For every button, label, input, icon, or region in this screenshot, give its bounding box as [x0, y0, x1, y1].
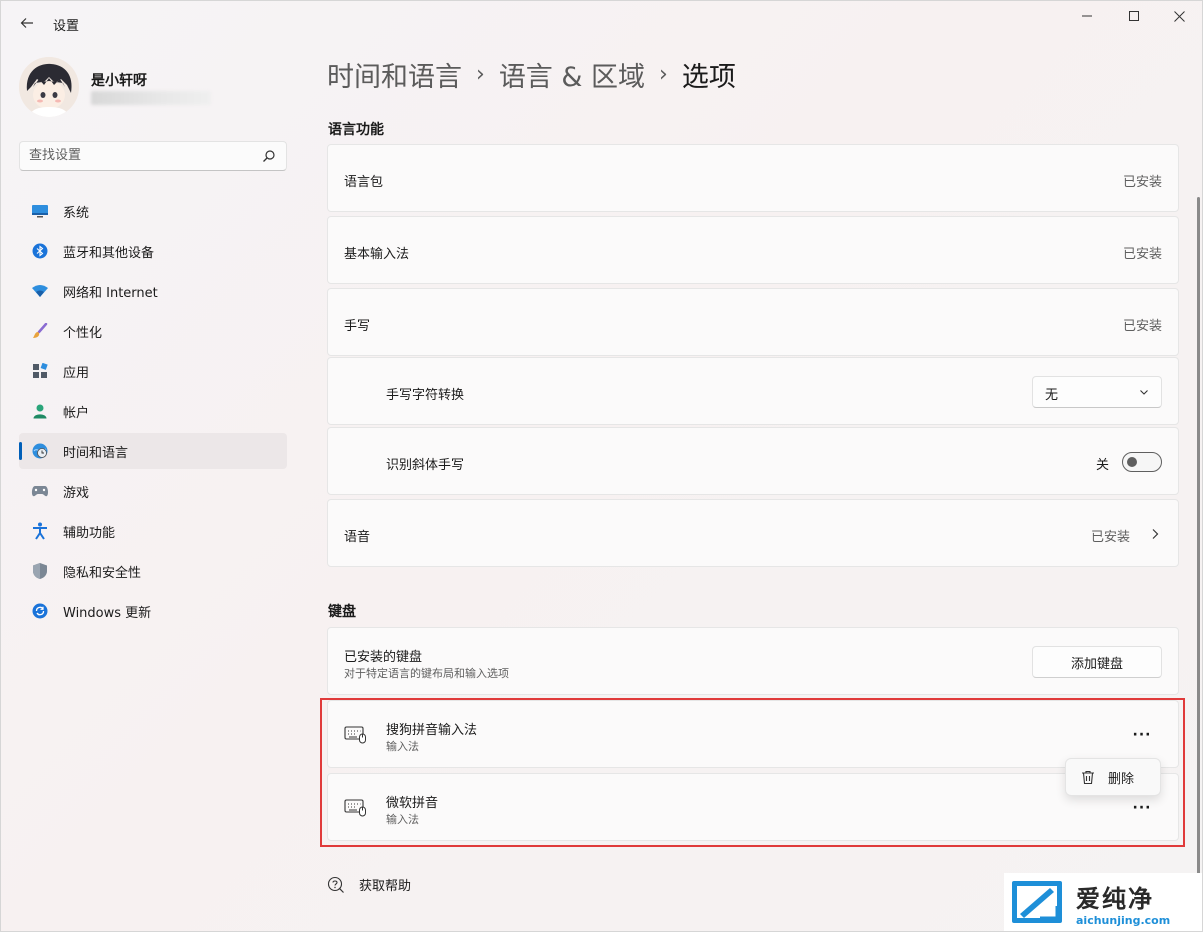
- user-name: 是小轩呀: [91, 73, 147, 89]
- avatar[interactable]: [19, 57, 79, 117]
- sidebar-item-time-language[interactable]: 时间和语言: [19, 433, 287, 469]
- sidebar-item-gaming[interactable]: 游戏: [19, 473, 287, 509]
- breadcrumb-item-time-language[interactable]: 时间和语言: [327, 55, 462, 94]
- minimize-button[interactable]: [1064, 1, 1110, 31]
- toggle-state-label: 关: [1096, 458, 1110, 473]
- bluetooth-icon: [31, 242, 49, 260]
- update-icon: [31, 602, 49, 620]
- language-pack-label: 语言包: [344, 175, 384, 190]
- installed-keyboards-label: 已安装的键盘: [344, 650, 423, 665]
- highlight-annotation: [320, 698, 1185, 847]
- speech-card[interactable]: 语音 已安装: [327, 499, 1179, 567]
- watermark-url: aichunjing.com: [1076, 914, 1171, 927]
- handwriting-status: 已安装: [1122, 319, 1162, 334]
- settings-window: 设置 是小轩呀 查找设置 系统 蓝牙和其他设备 网络和 Internet 个性化…: [0, 0, 1203, 932]
- breadcrumb-item-language-region[interactable]: 语言 & 区域: [499, 55, 645, 94]
- section-title-language-features: 语言功能: [328, 122, 384, 138]
- handwriting-conversion-dropdown[interactable]: 无: [1032, 376, 1162, 408]
- add-keyboard-button[interactable]: 添加键盘: [1032, 646, 1162, 678]
- apps-icon: [31, 362, 49, 380]
- sidebar-item-label: 系统: [63, 205, 90, 221]
- sidebar-item-system[interactable]: 系统: [19, 193, 287, 229]
- sidebar-item-windows-update[interactable]: Windows 更新: [19, 593, 287, 629]
- italic-handwriting-card: 识别斜体手写 关: [327, 427, 1179, 495]
- sidebar-item-network[interactable]: 网络和 Internet: [19, 273, 287, 309]
- sidebar-item-label: 个性化: [63, 325, 103, 341]
- watermark-logo-icon: [1012, 881, 1062, 923]
- sidebar-item-label: 帐户: [63, 405, 90, 421]
- wifi-icon: [31, 282, 49, 300]
- sidebar-item-privacy[interactable]: 隐私和安全性: [19, 553, 287, 589]
- minimize-icon: [1082, 15, 1092, 17]
- maximize-button[interactable]: [1111, 1, 1157, 31]
- back-button[interactable]: [15, 11, 39, 35]
- installed-keyboards-description: 对于特定语言的键布局和输入选项: [344, 667, 509, 680]
- monitor-icon: [31, 202, 49, 220]
- italic-handwriting-toggle[interactable]: [1122, 452, 1162, 472]
- chevron-right-icon: ›: [659, 62, 668, 87]
- close-icon: [1173, 10, 1185, 22]
- page-title: 选项: [681, 62, 736, 93]
- sidebar-item-label: 游戏: [63, 485, 90, 501]
- dropdown-value: 无: [1045, 388, 1059, 403]
- sidebar-item-label: 时间和语言: [63, 445, 129, 461]
- shield-icon: [31, 562, 49, 580]
- language-pack-card: 语言包 已安装: [327, 144, 1179, 212]
- app-title: 设置: [53, 19, 80, 34]
- sidebar-item-label: 隐私和安全性: [63, 565, 142, 581]
- section-title-keyboards: 键盘: [328, 604, 356, 620]
- language-pack-status: 已安装: [1122, 175, 1162, 190]
- user-email-redacted: [91, 91, 211, 105]
- title-bar: 设置: [1, 1, 1202, 45]
- sidebar-item-apps[interactable]: 应用: [19, 353, 287, 389]
- get-help-label: 获取帮助: [359, 879, 412, 894]
- avatar-image: [19, 57, 79, 117]
- close-button[interactable]: [1156, 1, 1202, 31]
- scrollbar[interactable]: [1197, 197, 1200, 877]
- search-icon[interactable]: [262, 149, 276, 163]
- watermark-title: 爱纯净: [1076, 885, 1154, 913]
- handwriting-conversion-card: 手写字符转换 无: [327, 357, 1179, 425]
- handwriting-conversion-label: 手写字符转换: [386, 388, 465, 403]
- paintbrush-icon: [31, 322, 49, 340]
- globe-clock-icon: [31, 442, 49, 460]
- sidebar-item-label: 辅助功能: [63, 525, 116, 541]
- maximize-icon: [1129, 11, 1139, 21]
- handwriting-card: 手写 已安装: [327, 288, 1179, 356]
- search-box[interactable]: [19, 141, 287, 171]
- get-help-link[interactable]: 获取帮助: [327, 875, 411, 894]
- basic-typing-label: 基本输入法: [344, 247, 410, 262]
- gamepad-icon: [31, 482, 49, 500]
- accessibility-icon: [31, 522, 49, 540]
- sidebar-item-label: 网络和 Internet: [63, 285, 158, 301]
- sidebar-item-personalization[interactable]: 个性化: [19, 313, 287, 349]
- toggle-knob: [1127, 457, 1137, 467]
- search-input[interactable]: [29, 148, 249, 163]
- italic-handwriting-label: 识别斜体手写: [386, 458, 465, 473]
- help-icon: [327, 876, 344, 893]
- person-icon: [31, 402, 49, 420]
- sidebar-item-bluetooth[interactable]: 蓝牙和其他设备: [19, 233, 287, 269]
- installed-keyboards-card: 已安装的键盘 对于特定语言的键布局和输入选项 添加键盘: [327, 627, 1179, 695]
- sidebar-item-label: Windows 更新: [63, 605, 152, 621]
- sidebar-item-accounts[interactable]: 帐户: [19, 393, 287, 429]
- watermark: 爱纯净 aichunjing.com: [1004, 873, 1202, 931]
- back-arrow-icon: [20, 18, 33, 28]
- handwriting-label: 手写: [344, 319, 371, 334]
- sidebar-item-label: 蓝牙和其他设备: [63, 245, 155, 261]
- chevron-down-icon: [1140, 390, 1148, 395]
- chevron-right-icon: ›: [476, 62, 485, 87]
- speech-label: 语音: [344, 530, 371, 545]
- sidebar-item-label: 应用: [63, 365, 90, 381]
- chevron-right-icon: [1152, 529, 1159, 539]
- breadcrumb: 时间和语言 › 语言 & 区域 › 选项: [327, 55, 736, 94]
- sidebar-nav: 系统 蓝牙和其他设备 网络和 Internet 个性化 应用 帐户 时间和语言 …: [19, 193, 287, 633]
- basic-typing-card: 基本输入法 已安装: [327, 216, 1179, 284]
- sidebar-item-accessibility[interactable]: 辅助功能: [19, 513, 287, 549]
- basic-typing-status: 已安装: [1122, 247, 1162, 262]
- watermark-text: 爱纯净 aichunjing.com: [1076, 879, 1170, 927]
- speech-status: 已安装: [1090, 530, 1130, 545]
